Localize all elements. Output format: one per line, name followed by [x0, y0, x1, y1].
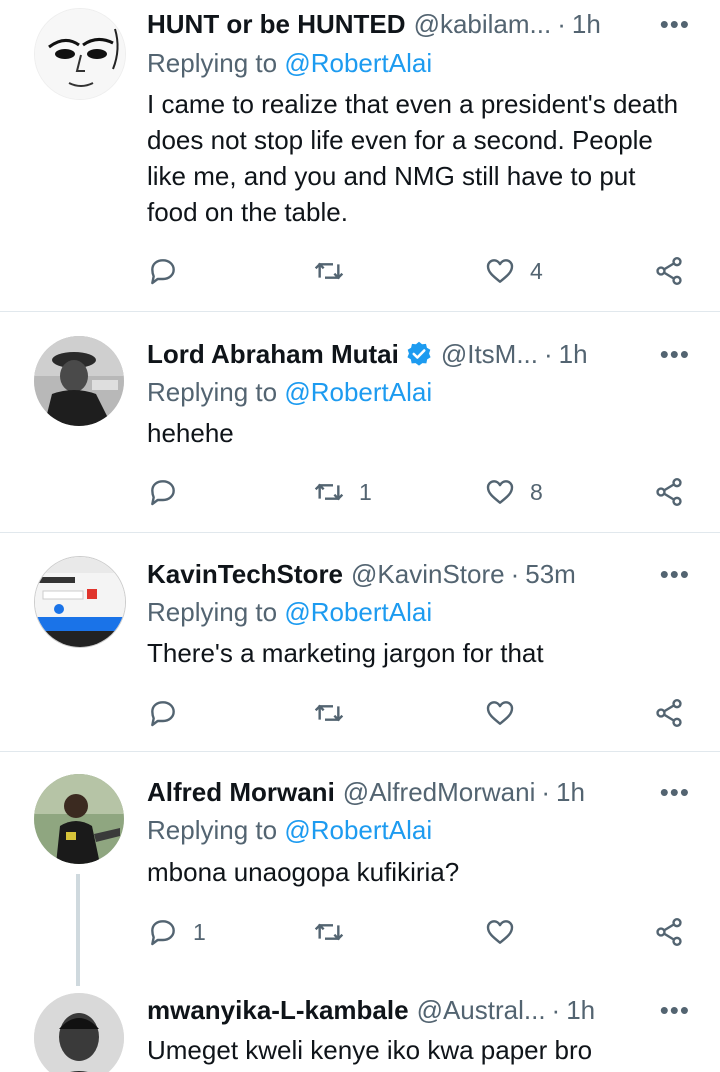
display-name[interactable]: HUNT or be HUNTED	[147, 9, 406, 40]
mention-link[interactable]: @RobertAlai	[284, 815, 432, 845]
reply-icon	[151, 920, 175, 946]
reply-icon	[151, 480, 175, 506]
like-button[interactable]	[484, 693, 530, 733]
like-button[interactable]: 4	[484, 251, 543, 291]
like-button[interactable]: 8	[484, 472, 543, 512]
display-name[interactable]: Alfred Morwani	[147, 777, 335, 808]
mention-link[interactable]: @RobertAlai	[284, 48, 432, 78]
separator-dot: ·	[557, 8, 566, 39]
heart-icon	[486, 259, 514, 283]
avatar[interactable]	[34, 556, 126, 648]
like-button[interactable]	[484, 912, 530, 952]
separator-dot: ·	[551, 994, 561, 1025]
mention-link[interactable]: @RobertAlai	[284, 377, 432, 407]
retweet-button[interactable]	[313, 251, 359, 291]
retweet-count: 1	[359, 478, 372, 505]
share-button[interactable]	[653, 912, 685, 952]
share-icon	[656, 918, 682, 946]
action-bar	[147, 693, 692, 733]
avatar[interactable]	[34, 336, 124, 426]
reply-count: 1	[193, 918, 206, 945]
avatar[interactable]	[34, 993, 124, 1072]
reply-icon	[151, 701, 175, 727]
share-icon	[656, 699, 682, 727]
timestamp[interactable]: 1h	[572, 9, 601, 40]
replying-to: Replying to @RobertAlai	[147, 815, 432, 846]
tweet-text: Umeget kweli kenye iko kwa paper bro	[147, 1035, 593, 1065]
tweet-3[interactable]: KavinTechStore @KavinStore · 53m ••• Rep…	[0, 533, 720, 750]
replying-label: Replying to	[147, 48, 278, 78]
tweet-header: mwanyika-L-kambale @Austral... · 1h •••	[147, 992, 690, 1028]
retweet-icon	[314, 704, 344, 722]
tweet-text: I came to realize that even a president'…	[147, 89, 679, 227]
reply-button[interactable]: 1	[147, 912, 206, 952]
heart-icon	[486, 701, 514, 725]
reply-button[interactable]	[147, 472, 193, 512]
replying-to: Replying to @RobertAlai	[147, 48, 432, 79]
action-bar: 4	[147, 251, 692, 291]
timestamp[interactable]: 1h	[556, 777, 585, 808]
retweet-icon	[314, 923, 344, 941]
retweet-button[interactable]	[313, 912, 359, 952]
tweet-text: mbona unaogopa kufikiria?	[147, 857, 460, 887]
share-button[interactable]	[653, 251, 685, 291]
replying-label: Replying to	[147, 597, 278, 627]
avatar[interactable]	[34, 8, 126, 100]
reply-button[interactable]	[147, 251, 193, 291]
display-name[interactable]: KavinTechStore	[147, 559, 343, 590]
heart-icon	[486, 480, 514, 504]
replying-label: Replying to	[147, 815, 278, 845]
display-name[interactable]: mwanyika-L-kambale	[147, 995, 409, 1026]
reply-button[interactable]	[147, 693, 193, 733]
action-bar: 1 8	[147, 472, 692, 512]
tweet-header: KavinTechStore @KavinStore · 53m •••	[147, 556, 690, 592]
replying-to: Replying to @RobertAlai	[147, 597, 432, 628]
tweet-header: HUNT or be HUNTED @kabilam... · 1h •••	[147, 6, 690, 42]
more-icon[interactable]: •••	[654, 339, 690, 370]
more-icon[interactable]: •••	[654, 559, 690, 590]
replying-label: Replying to	[147, 377, 278, 407]
tweet-text: hehehe	[147, 418, 234, 448]
separator-dot: ·	[544, 338, 553, 369]
tweet-header: Alfred Morwani @AlfredMorwani · 1h •••	[147, 774, 690, 810]
user-handle[interactable]: @Austral...	[417, 995, 546, 1026]
mention-link[interactable]: @RobertAlai	[284, 597, 432, 627]
tweet-2[interactable]: Lord Abraham Mutai @ItsM... · 1h ••• Rep…	[0, 312, 720, 531]
more-icon[interactable]: •••	[654, 777, 690, 808]
retweet-icon	[314, 483, 344, 501]
share-button[interactable]	[653, 693, 685, 733]
action-bar: 1	[147, 912, 692, 952]
retweet-button[interactable]: 1	[313, 472, 372, 512]
thread-line	[76, 874, 80, 986]
heart-icon	[486, 920, 514, 944]
tweet-4[interactable]: Alfred Morwani @AlfredMorwani · 1h ••• R…	[0, 752, 720, 996]
verified-badge-icon	[407, 341, 431, 366]
user-handle[interactable]: @kabilam...	[414, 9, 552, 40]
share-button[interactable]	[653, 472, 685, 512]
retweet-button[interactable]	[313, 693, 359, 733]
share-icon	[656, 478, 682, 506]
tweet-text: There's a marketing jargon for that	[147, 638, 544, 668]
user-handle[interactable]: @ItsM...	[441, 339, 538, 370]
like-count: 8	[530, 478, 543, 505]
avatar[interactable]	[34, 774, 124, 864]
like-count: 4	[530, 257, 543, 284]
retweet-icon	[314, 262, 344, 280]
more-icon[interactable]: •••	[654, 995, 690, 1026]
tweet-header: Lord Abraham Mutai @ItsM... · 1h •••	[147, 336, 690, 372]
share-icon	[656, 257, 682, 285]
timestamp[interactable]: 53m	[525, 559, 576, 590]
tweet-1[interactable]: HUNT or be HUNTED @kabilam... · 1h ••• R…	[0, 0, 720, 310]
separator-dot: ·	[541, 776, 551, 807]
separator-dot: ·	[510, 558, 520, 589]
reply-icon	[151, 259, 175, 285]
user-handle[interactable]: @AlfredMorwani	[343, 777, 536, 808]
display-name[interactable]: Lord Abraham Mutai	[147, 339, 399, 370]
more-icon[interactable]: •••	[654, 9, 690, 40]
timestamp[interactable]: 1h	[559, 339, 588, 370]
user-handle[interactable]: @KavinStore	[351, 559, 505, 590]
replying-to: Replying to @RobertAlai	[147, 377, 432, 408]
timestamp[interactable]: 1h	[566, 995, 595, 1026]
tweet-5[interactable]: mwanyika-L-kambale @Austral... · 1h ••• …	[0, 990, 720, 1072]
